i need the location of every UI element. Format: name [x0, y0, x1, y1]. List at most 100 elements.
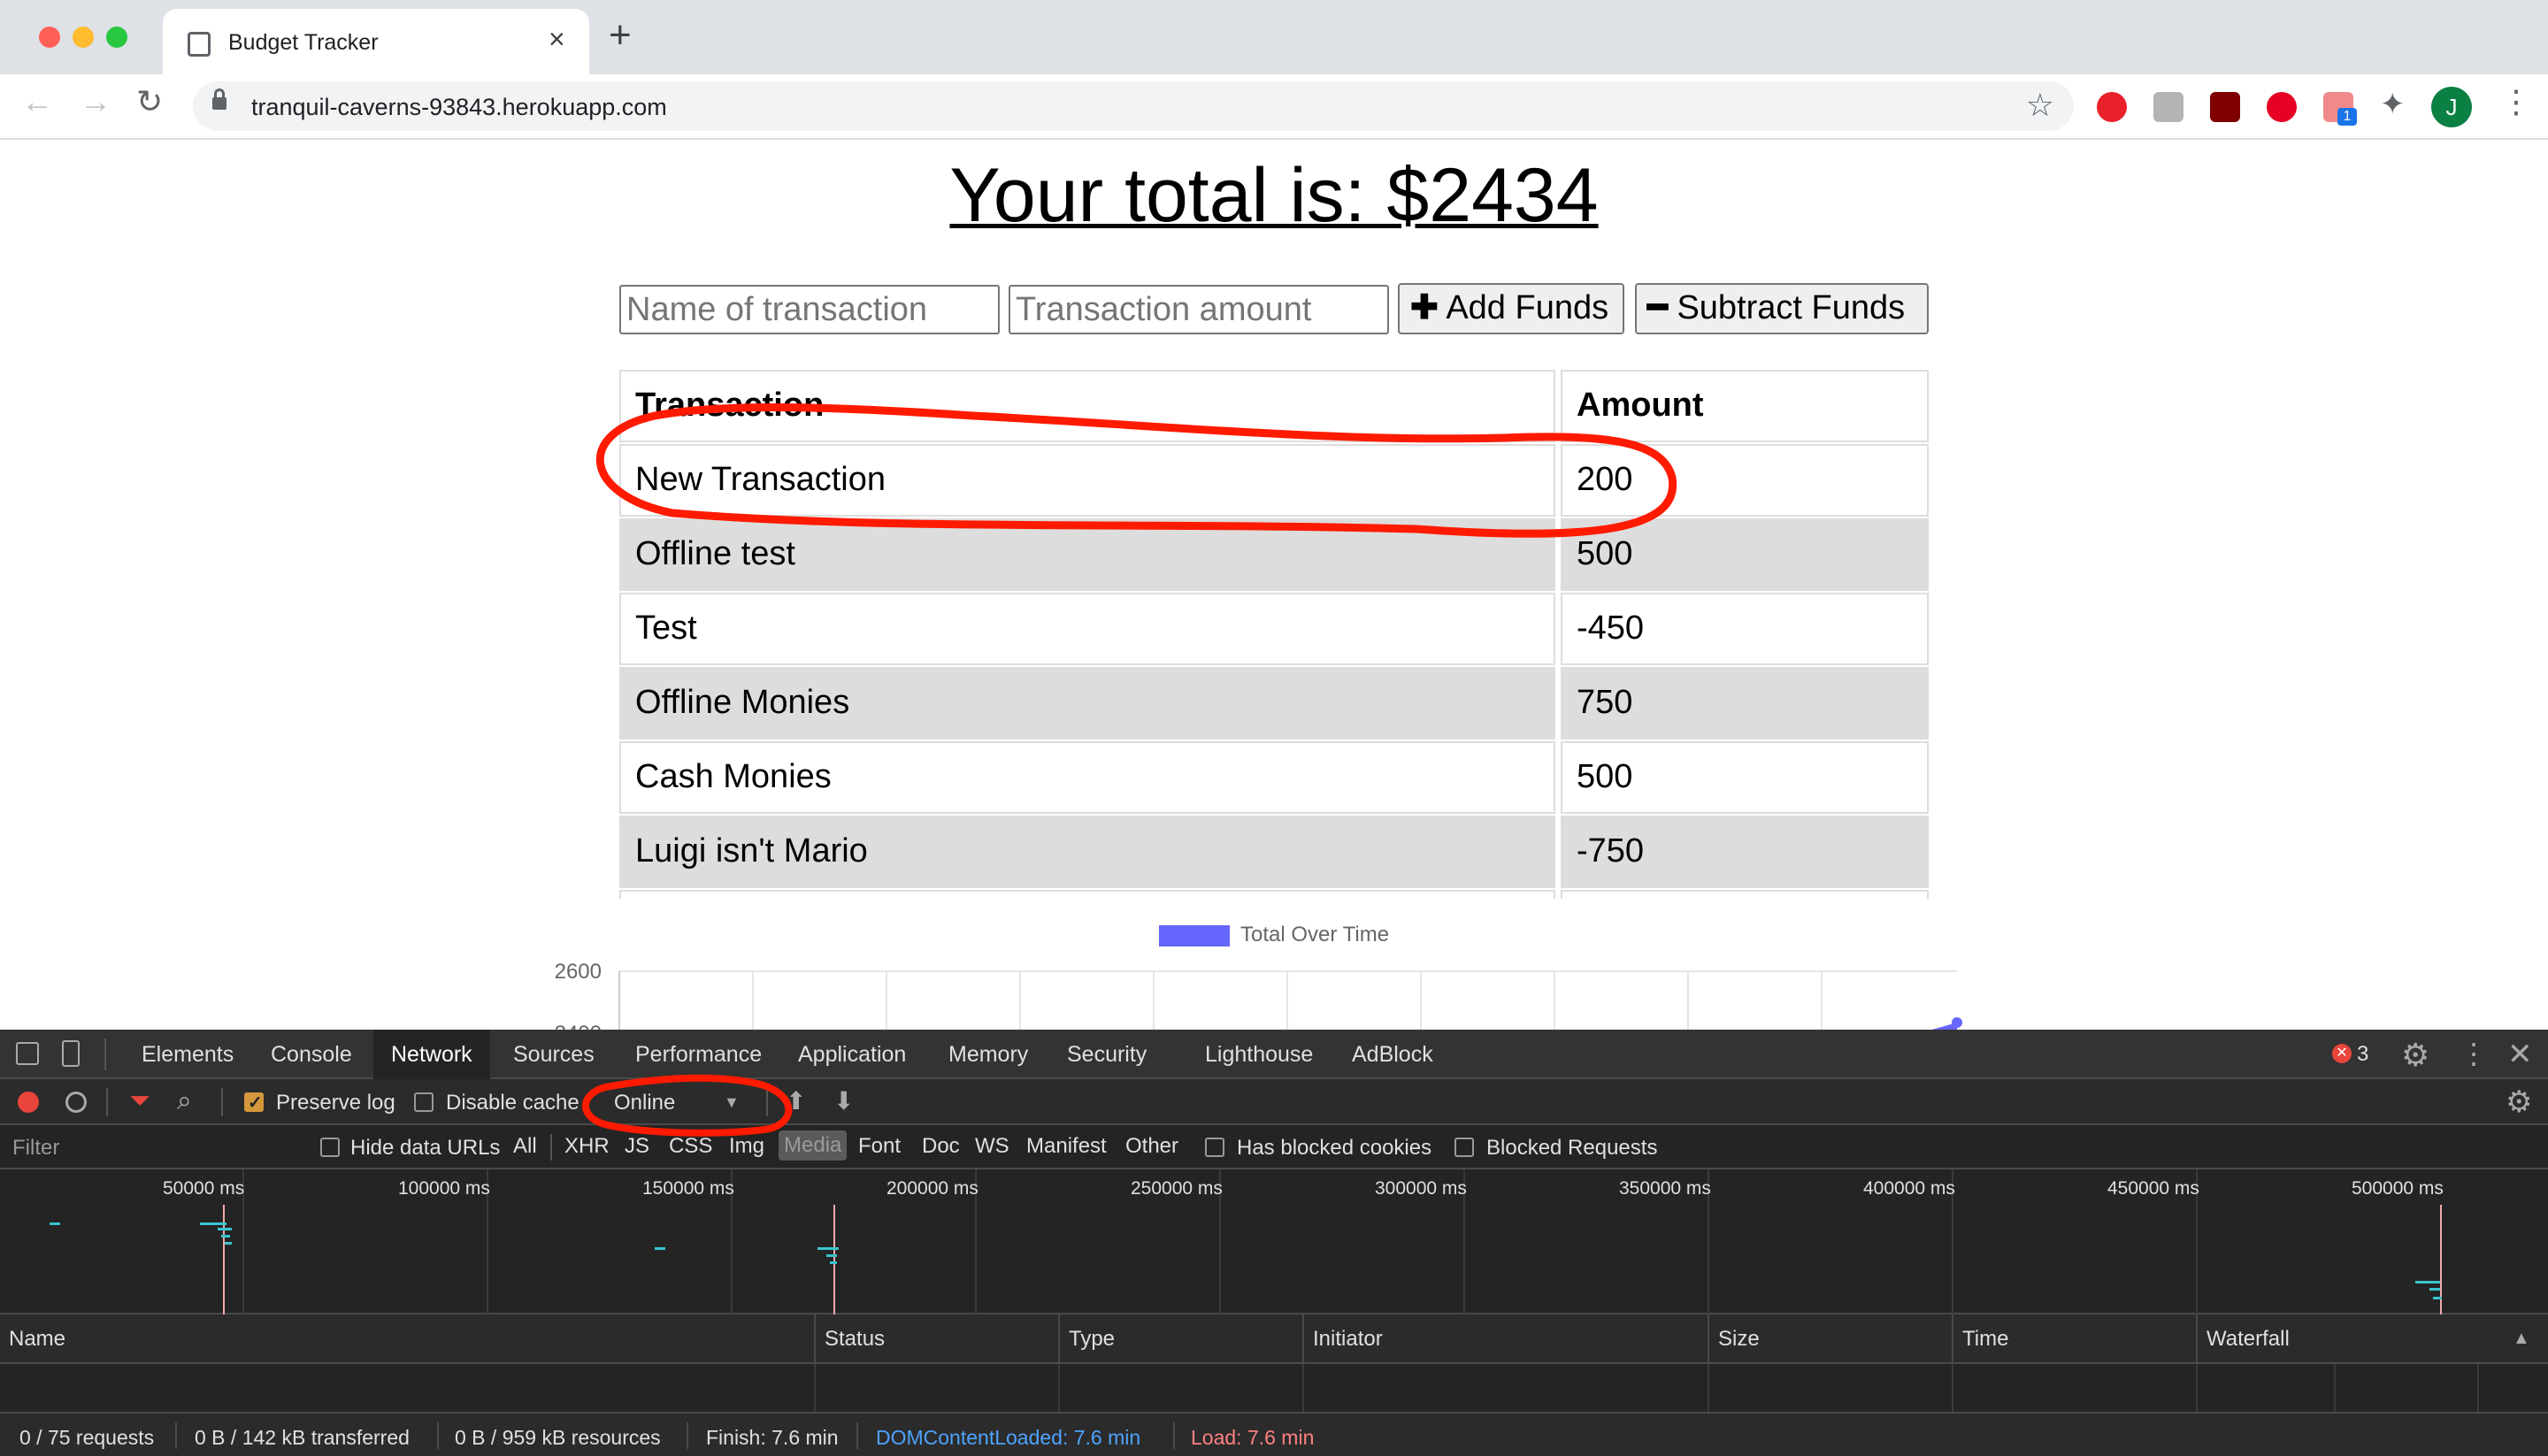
timeline-label: 350000 ms — [1619, 1178, 1711, 1199]
chevron-down-icon[interactable]: ▼ — [724, 1094, 740, 1110]
filter-ws[interactable]: WS — [975, 1134, 1009, 1159]
browser-tab[interactable]: Budget Tracker × — [163, 9, 589, 74]
pinterest-extension-icon[interactable] — [2267, 92, 2297, 122]
page-content: Your total is: $2434 ✚ Add Funds ━ Subtr… — [0, 140, 2548, 1030]
add-funds-button[interactable]: ✚ Add Funds — [1398, 283, 1624, 334]
tab-elements[interactable]: Elements — [124, 1030, 251, 1079]
tab-security[interactable]: Security — [1049, 1030, 1164, 1079]
column-name[interactable]: Name — [0, 1314, 816, 1364]
inspect-element-icon[interactable] — [16, 1042, 39, 1065]
legend-swatch — [1159, 925, 1230, 946]
table-row: Test -450 — [619, 593, 1929, 665]
header-transaction: Transaction — [619, 370, 1555, 442]
tab-memory[interactable]: Memory — [931, 1030, 1046, 1079]
ublock-extension-icon[interactable] — [2210, 92, 2240, 122]
column-initiator[interactable]: Initiator — [1304, 1314, 1709, 1364]
export-har-icon[interactable]: ⬇ — [833, 1086, 854, 1115]
network-status-bar: 0 / 75 requests 0 B / 142 kB transferred… — [0, 1412, 2548, 1456]
device-toolbar-icon[interactable] — [62, 1040, 80, 1067]
filter-icon[interactable]: ⏷ — [129, 1086, 150, 1116]
filter-media[interactable]: Media — [779, 1130, 848, 1161]
table-row: Offline test 500 — [619, 518, 1929, 591]
back-icon[interactable]: ← — [21, 83, 53, 120]
filter-manifest[interactable]: Manifest — [1026, 1134, 1107, 1159]
devtools-tabbar: Elements Console Network Sources Perform… — [0, 1030, 2548, 1079]
filter-font[interactable]: Font — [858, 1134, 901, 1159]
column-time[interactable]: Time — [1953, 1314, 2198, 1364]
tab-application[interactable]: Application — [780, 1030, 924, 1079]
sort-ascending-icon[interactable]: ▲ — [2513, 1329, 2530, 1349]
column-size[interactable]: Size — [1709, 1314, 1953, 1364]
filter-other[interactable]: Other — [1125, 1134, 1178, 1159]
column-status[interactable]: Status — [816, 1314, 1060, 1364]
preserve-log-checkbox[interactable] — [244, 1092, 264, 1114]
tab-sources[interactable]: Sources — [495, 1030, 612, 1079]
filter-xhr[interactable]: XHR — [564, 1134, 610, 1159]
extension-badge-icon[interactable]: 1 — [2323, 92, 2357, 126]
transaction-name-input[interactable] — [619, 285, 1000, 334]
preserve-log-label: Preserve log — [276, 1091, 395, 1115]
load-marker — [833, 1205, 835, 1314]
data-point — [1952, 1017, 1962, 1028]
plus-icon: ✚ — [1410, 289, 1439, 326]
adblock-extension-icon[interactable] — [2097, 92, 2127, 122]
tab-console[interactable]: Console — [253, 1030, 370, 1079]
extensions-puzzle-icon[interactable]: ✦ — [2380, 87, 2410, 121]
import-har-icon[interactable]: ⬆ — [786, 1086, 806, 1115]
subtract-funds-button[interactable]: ━ Subtract Funds — [1635, 283, 1929, 334]
tab-network[interactable]: Network — [373, 1030, 490, 1079]
timeline-label: 500000 ms — [2352, 1178, 2444, 1199]
transaction-amount-input[interactable] — [1009, 285, 1389, 334]
blocked-requests-checkbox[interactable] — [1454, 1138, 1474, 1157]
network-toolbar: ⏷ ⌕ Preserve log Disable cache Online ▼ … — [0, 1079, 2548, 1125]
network-overview-timeline[interactable]: 50000 ms 100000 ms 150000 ms 200000 ms 2… — [0, 1169, 2548, 1314]
filter-doc[interactable]: Doc — [922, 1134, 960, 1159]
network-settings-icon[interactable]: ⚙ — [2506, 1084, 2532, 1120]
error-count[interactable]: 3 — [2357, 1044, 2368, 1065]
column-type[interactable]: Type — [1060, 1314, 1304, 1364]
clear-icon[interactable] — [65, 1092, 87, 1113]
reload-icon[interactable]: ↻ — [136, 83, 163, 120]
disable-cache-checkbox[interactable] — [414, 1092, 434, 1112]
settings-gear-icon[interactable]: ⚙ — [2401, 1037, 2429, 1074]
search-icon[interactable]: ⌕ — [177, 1086, 192, 1116]
timeline-label: 200000 ms — [886, 1178, 979, 1199]
browser-menu-icon[interactable]: ⋮ — [2500, 83, 2532, 120]
maximize-window-button[interactable] — [106, 27, 127, 48]
tab-adblock[interactable]: AdBlock — [1334, 1030, 1451, 1079]
column-waterfall[interactable]: Waterfall — [2198, 1314, 2548, 1364]
timeline-label: 100000 ms — [398, 1178, 490, 1199]
has-blocked-cookies-checkbox[interactable] — [1205, 1138, 1224, 1157]
hide-data-urls-checkbox[interactable] — [320, 1138, 340, 1157]
address-bar[interactable]: tranquil-caverns-93843.herokuapp.com ☆ — [193, 81, 2074, 131]
devtools-menu-icon[interactable]: ⋮ — [2460, 1037, 2488, 1070]
close-devtools-icon[interactable]: ✕ — [2507, 1037, 2533, 1072]
chart-grid — [618, 970, 1957, 1030]
hide-data-urls-label: Hide data URLs — [350, 1136, 501, 1160]
throttling-select[interactable]: Online — [614, 1092, 675, 1114]
filter-img[interactable]: Img — [729, 1134, 764, 1159]
filter-css[interactable]: CSS — [669, 1134, 712, 1159]
new-tab-button[interactable]: + — [609, 16, 632, 55]
table-row: Luigi isn't Mario -750 — [619, 816, 1929, 888]
close-window-button[interactable] — [39, 27, 60, 48]
close-tab-icon[interactable]: × — [549, 23, 565, 56]
filter-all[interactable]: All — [513, 1134, 537, 1159]
record-icon[interactable] — [18, 1092, 39, 1113]
bookmark-star-icon[interactable]: ☆ — [2026, 87, 2054, 124]
url-text[interactable]: tranquil-caverns-93843.herokuapp.com — [251, 94, 667, 121]
forward-icon[interactable]: → — [80, 83, 111, 120]
filter-input[interactable]: Filter — [12, 1138, 59, 1159]
tab-performance[interactable]: Performance — [618, 1030, 779, 1079]
minimize-window-button[interactable] — [73, 27, 94, 48]
table-row: Offline Monies 750 — [619, 667, 1929, 739]
extension-icon[interactable] — [2153, 92, 2183, 122]
error-icon[interactable]: ✕ — [2332, 1044, 2352, 1063]
lock-icon[interactable] — [212, 88, 226, 110]
profile-avatar[interactable]: J — [2431, 87, 2472, 127]
filter-js[interactable]: JS — [625, 1134, 649, 1159]
total-heading: Your total is: $2434 — [949, 153, 1599, 238]
finish-time: Finish: 7.6 min — [706, 1426, 839, 1449]
y-tick-2600: 2600 — [555, 960, 602, 984]
tab-lighthouse[interactable]: Lighthouse — [1187, 1030, 1331, 1079]
